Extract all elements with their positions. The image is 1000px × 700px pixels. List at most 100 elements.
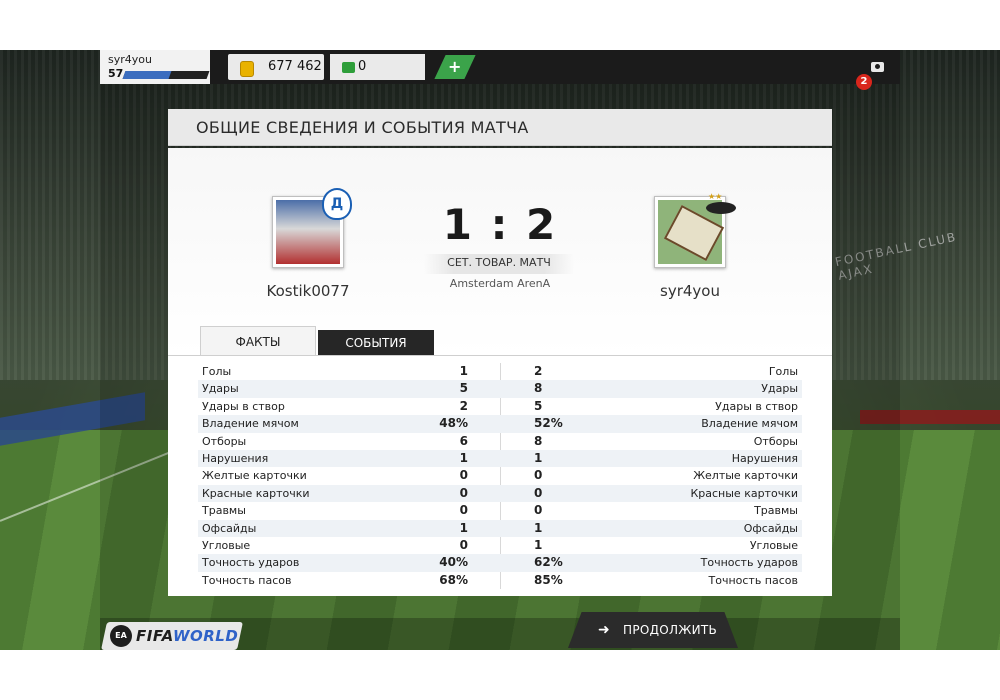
stat-row: Красные карточки 0 0 Красные карточки	[198, 484, 802, 503]
match-score: 1 : 2	[442, 200, 558, 249]
camera-icon[interactable]	[871, 62, 884, 72]
stat-label-home: Точность пасов	[202, 573, 292, 587]
stat-value-home: 0	[459, 485, 468, 500]
stat-value-away: 8	[534, 433, 543, 448]
continue-button-label: ПРОДОЛЖИТЬ	[623, 623, 718, 637]
stat-row: Травмы 0 0 Травмы	[198, 502, 802, 519]
stat-label-home: Красные карточки	[202, 486, 310, 500]
stat-label-away: Владение мячом	[701, 417, 798, 431]
stat-value-away: 62%	[534, 555, 563, 570]
tab-facts[interactable]: ФАКТЫ	[200, 326, 316, 356]
stat-label-away: Желтые карточки	[693, 469, 798, 483]
stat-value-home: 1	[459, 450, 468, 465]
stat-label-away: Удары	[761, 382, 798, 396]
xp-bar-fill	[122, 71, 172, 79]
home-club-badge-icon: Д	[322, 188, 352, 220]
stats-table: Голы 1 2 Голы Удары 5 8 Удары Удары в створ 2 5 Уда…	[198, 363, 802, 589]
top-bar: syr4you 57 677 462 0 + 2	[100, 50, 900, 90]
stat-label-home: Офсайды	[202, 521, 257, 535]
stat-value-home: 1	[459, 520, 468, 535]
stat-value-away: 2	[534, 364, 543, 378]
stat-value-home: 68%	[439, 572, 468, 587]
stat-value-away: 8	[534, 381, 543, 396]
stat-label-home: Голы	[202, 365, 232, 378]
arrow-right-icon: ➜	[598, 622, 610, 638]
page-title: ОБЩИЕ СВЕДЕНИЯ И СОБЫТИЯ МАТЧА	[196, 118, 529, 137]
stat-value-home: 0	[459, 468, 468, 483]
stat-row: Отборы 6 8 Отборы	[198, 433, 802, 450]
away-club-badge-icon	[706, 202, 736, 214]
tab-events[interactable]: СОБЫТИЯ	[318, 330, 434, 356]
away-player-name: syr4you	[660, 282, 720, 300]
user-level: 57	[108, 67, 124, 80]
stat-label-home: Удары	[202, 382, 239, 396]
logo-world: WORLD	[172, 627, 239, 645]
stat-label-away: Угловые	[749, 538, 798, 552]
stat-label-away: Удары в створ	[715, 399, 798, 413]
stat-value-away: 85%	[534, 572, 563, 587]
stat-value-away: 0	[534, 503, 543, 518]
stat-label-away: Голы	[768, 365, 798, 378]
stat-value-away: 5	[534, 398, 543, 413]
stat-value-away: 0	[534, 485, 543, 500]
stat-value-home: 48%	[439, 416, 468, 431]
stat-value-home: 1	[459, 364, 468, 378]
stat-value-away: 1	[534, 450, 543, 465]
stat-label-home: Желтые карточки	[202, 469, 307, 483]
stat-value-home: 0	[459, 503, 468, 518]
panel-header: ОБЩИЕ СВЕДЕНИЯ И СОБЫТИЯ МАТЧА	[168, 109, 832, 146]
stat-value-away: 0	[534, 468, 543, 483]
stat-label-home: Владение мячом	[202, 417, 299, 431]
stat-row: Удары в створ 2 5 Удары в створ	[198, 398, 802, 415]
stat-label-home: Точность ударов	[202, 556, 300, 570]
stat-label-away: Травмы	[754, 504, 798, 518]
stat-label-home: Травмы	[202, 504, 246, 518]
plus-icon: +	[448, 57, 462, 76]
notification-badge[interactable]: 2	[856, 74, 872, 90]
stat-row: Офсайды 1 1 Офсайды	[198, 519, 802, 537]
stat-value-home: 5	[459, 381, 468, 396]
stat-label-home: Нарушения	[202, 451, 269, 465]
stat-row: Голы 1 2 Голы	[198, 363, 802, 380]
cash-value: 0	[358, 59, 367, 74]
stat-label-away: Отборы	[753, 434, 798, 448]
stat-label-home: Отборы	[202, 434, 247, 448]
match-summary-panel: Д Kostik0077 1 : 2 СЕТ. ТОВАР. МАТЧ Amst…	[168, 148, 832, 596]
stat-value-away: 52%	[534, 416, 563, 431]
stat-row: Удары 5 8 Удары	[198, 380, 802, 398]
stat-row: Желтые карточки 0 0 Желтые карточки	[198, 467, 802, 484]
home-player-name: Kostik0077	[266, 282, 350, 300]
stat-row: Нарушения 1 1 Нарушения	[198, 449, 802, 468]
username: syr4you	[108, 53, 152, 66]
cash-icon	[342, 62, 355, 73]
fifa-world-logo-text: FIFAWORLD	[136, 627, 238, 645]
coins-balance: 677 462	[228, 54, 324, 80]
stat-label-away: Красные карточки	[690, 486, 798, 500]
user-profile[interactable]: syr4you 57	[100, 50, 210, 84]
add-funds-button[interactable]: +	[434, 55, 476, 79]
coins-value: 677 462	[268, 59, 322, 74]
coin-icon	[240, 61, 254, 77]
logo-fifa: FIFA	[136, 627, 173, 645]
stat-row: Точность ударов 40% 62% Точность ударов	[198, 554, 802, 572]
stat-label-away: Точность пасов	[708, 573, 799, 587]
stat-value-home: 0	[459, 537, 468, 552]
stat-value-home: 6	[459, 433, 468, 448]
stat-label-away: Точность ударов	[700, 556, 798, 570]
stat-label-away: Нарушения	[731, 451, 798, 465]
stat-label-home: Угловые	[202, 538, 251, 552]
away-club-stars-icon: ★★	[708, 192, 723, 201]
tabs-divider	[168, 355, 832, 356]
stat-value-away: 1	[534, 537, 543, 552]
xp-bar	[122, 71, 210, 79]
stat-value-home: 2	[459, 398, 468, 413]
stat-label-away: Офсайды	[743, 521, 798, 535]
stat-row: Угловые 0 1 Угловые	[198, 537, 802, 554]
ea-sports-icon: EA	[110, 625, 132, 647]
score-area: Д Kostik0077 1 : 2 СЕТ. ТОВАР. МАТЧ Amst…	[168, 148, 832, 356]
cash-balance: 0	[330, 54, 425, 80]
stat-row: Владение мячом 48% 52% Владение мячом	[198, 415, 802, 433]
match-type: СЕТ. ТОВАР. МАТЧ	[447, 256, 551, 269]
stat-value-home: 40%	[439, 555, 468, 570]
stat-label-home: Удары в створ	[202, 399, 285, 413]
